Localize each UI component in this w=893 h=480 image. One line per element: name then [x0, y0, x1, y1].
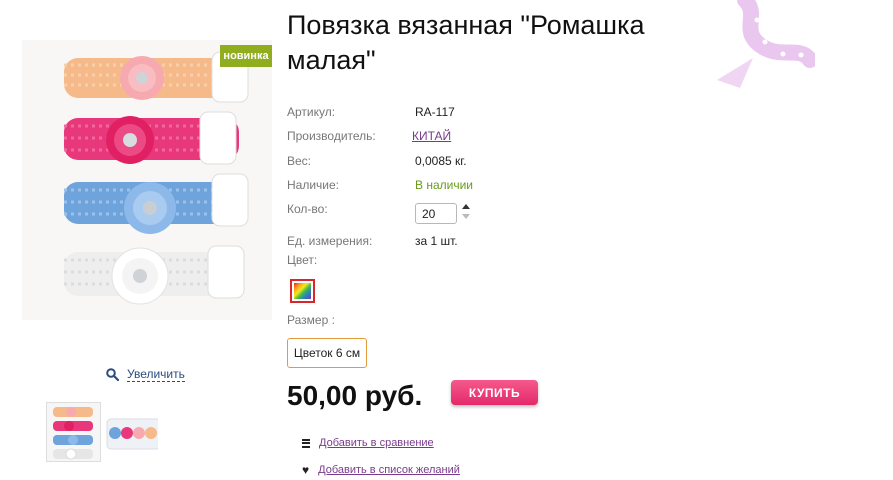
weight-label: Вес: — [287, 154, 312, 168]
manufacturer-label: Производитель: — [287, 129, 376, 143]
add-to-wishlist-link[interactable]: Добавить в список желаний — [318, 464, 460, 476]
decorative-ribbon-image — [717, 0, 815, 88]
wishlist-action[interactable]: ♥ Добавить в список желаний — [302, 464, 460, 476]
buy-button[interactable]: КУПИТЬ — [451, 380, 538, 405]
magnifier-icon — [106, 368, 119, 381]
article-label: Артикул: — [287, 105, 336, 119]
add-to-compare-link[interactable]: Добавить в сравнение — [319, 437, 434, 449]
manufacturer-link[interactable]: КИТАЙ — [412, 129, 451, 143]
new-badge: новинка — [220, 45, 272, 67]
product-main-image[interactable] — [22, 40, 272, 320]
article-value: RA-117 — [415, 105, 455, 119]
list-icon — [302, 438, 310, 448]
compare-action[interactable]: Добавить в сравнение — [302, 437, 434, 449]
thumbnail-1-image — [47, 403, 100, 461]
unit-value: за 1 шт. — [415, 234, 458, 248]
heart-icon: ♥ — [302, 463, 310, 477]
thumbnail-1[interactable] — [46, 402, 101, 462]
zoom-control[interactable]: Увеличить — [106, 367, 185, 382]
thumbnail-2[interactable] — [104, 402, 159, 462]
size-label: Размер : — [287, 313, 335, 327]
thumbnail-2-image — [105, 403, 158, 461]
quantity-increase-icon[interactable] — [462, 204, 470, 209]
color-label: Цвет: — [287, 253, 318, 267]
headbands-photo — [22, 40, 272, 320]
unit-label: Ед. измерения: — [287, 234, 373, 248]
availability-value: В наличии — [415, 178, 474, 192]
product-price: 50,00 руб. — [287, 380, 423, 411]
quantity-input[interactable] — [415, 203, 457, 224]
size-option-button[interactable]: Цветок 6 см — [287, 338, 367, 368]
product-title: Повязка вязанная "Ромашка малая" — [287, 10, 645, 75]
zoom-link[interactable]: Увеличить — [127, 367, 185, 382]
availability-label: Наличие: — [287, 178, 340, 192]
color-swatch-multicolor[interactable] — [290, 279, 315, 303]
quantity-decrease-icon[interactable] — [462, 214, 470, 219]
weight-value: 0,0085 кг. — [415, 154, 467, 168]
quantity-label: Кол-во: — [287, 202, 328, 216]
